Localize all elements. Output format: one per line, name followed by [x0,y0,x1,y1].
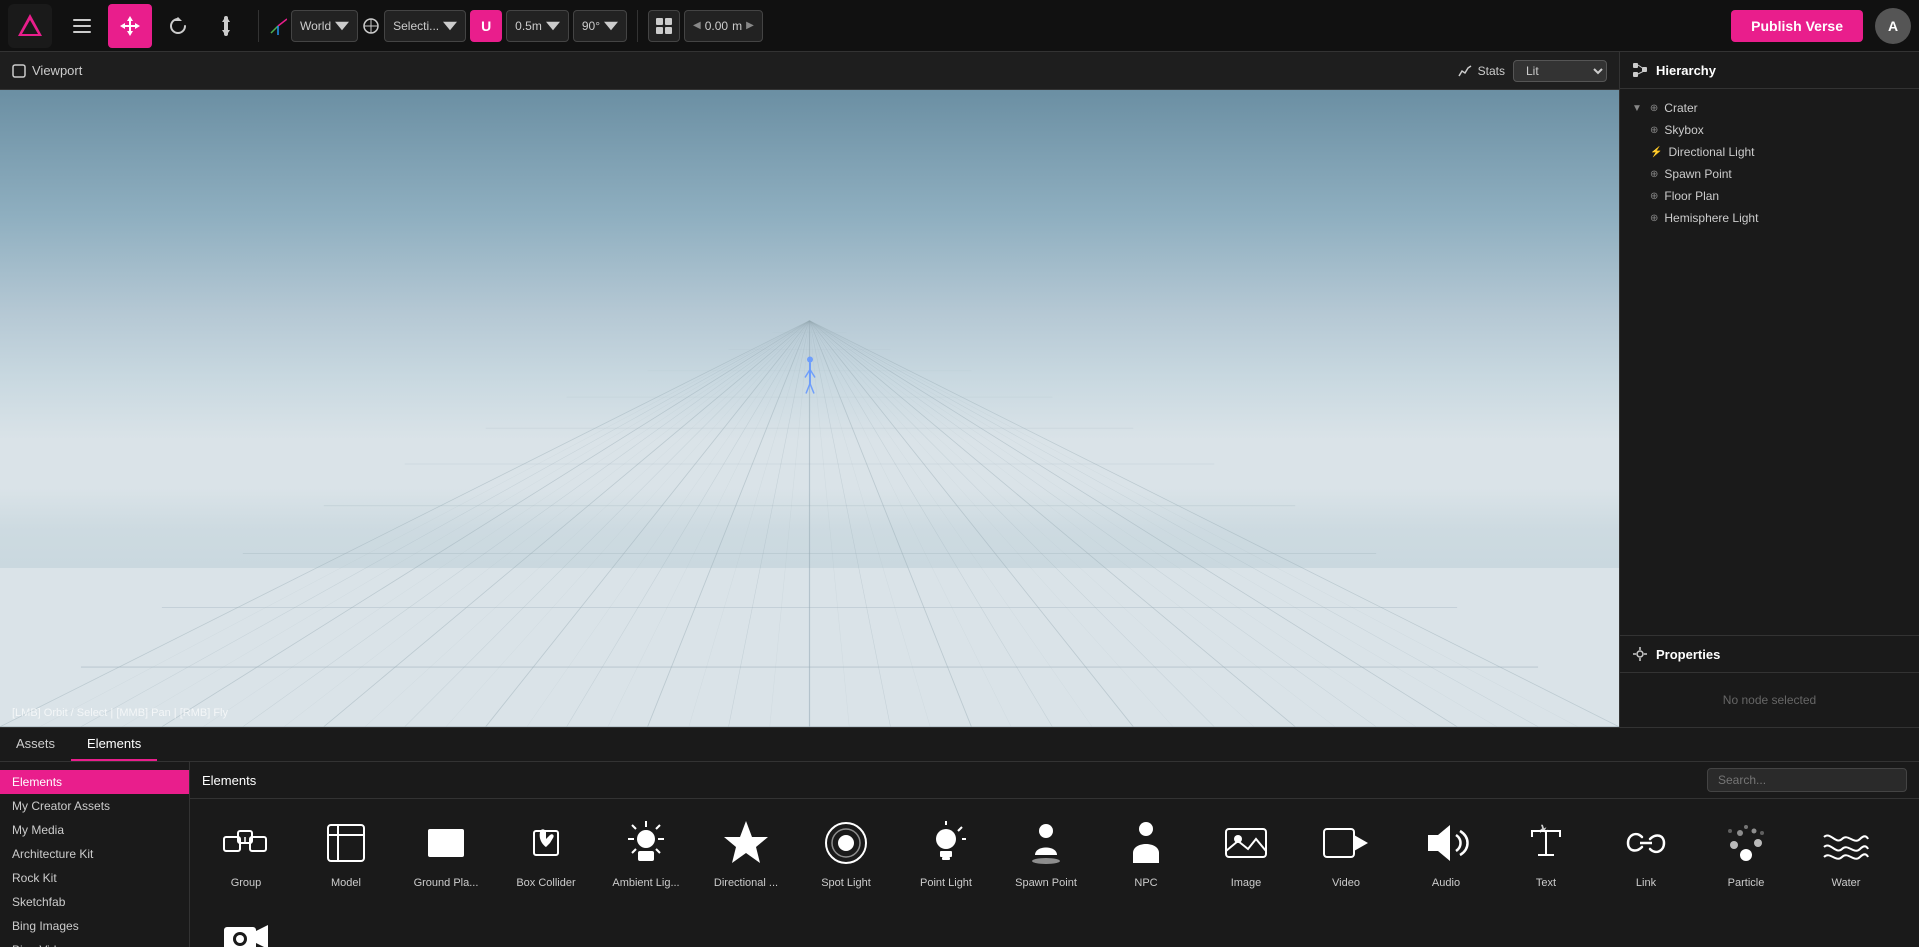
element-ground-plane[interactable]: Ground Pla... [398,807,494,897]
assets-sidebar: Elements My Creator Assets My Media Arch… [0,762,190,947]
element-point-light[interactable]: Point Light [898,807,994,897]
element-label: Spawn Point [1015,877,1077,889]
refresh-button[interactable] [156,4,200,48]
element-audio[interactable]: Audio [1398,807,1494,897]
sidebar-item-elements[interactable]: Elements [0,770,189,794]
viewport-canvas[interactable]: [LMB] Orbit / Select | [MMB] Pan | [RMB]… [0,90,1619,727]
viewport-header: Viewport Stats Lit Unlit Wireframe [0,52,1619,90]
sidebar-item-sketchfab[interactable]: Sketchfab [0,890,189,914]
assets-tab[interactable]: Assets [0,728,71,761]
sidebar-item-bing-videos[interactable]: Bing Videos [0,938,189,947]
hierarchy-header: Hierarchy [1620,52,1919,89]
element-npc[interactable]: NPC [1098,807,1194,897]
element-model[interactable]: Model [298,807,394,897]
grid-canvas [0,249,1619,727]
snap-distance-dropdown[interactable]: 0.5m [506,10,569,42]
scene-figure [804,355,816,398]
element-link[interactable]: Link [1598,807,1694,897]
element-label: Image [1231,877,1262,889]
world-dropdown[interactable]: World [291,10,358,42]
sidebar-item-rock-kit[interactable]: Rock Kit [0,866,189,890]
element-label: Water [1832,877,1861,889]
element-label: Audio [1432,877,1460,889]
elements-header-row: Elements [190,762,1919,799]
elements-title: Elements [202,773,1699,788]
bottom-panel: Assets Elements Elements My Creator Asse… [0,727,1919,947]
element-label: Ground Pla... [414,877,479,889]
right-panel: Hierarchy ▼ ⊕ Crater ⊕ Skybox [1619,52,1919,727]
angle-snap-dropdown[interactable]: 90° [573,10,627,42]
element-label: Video [1332,877,1360,889]
sidebar-item-my-media[interactable]: My Media [0,818,189,842]
sidebar-item-architecture-kit[interactable]: Architecture Kit [0,842,189,866]
assets-tabs: Assets Elements [0,728,1919,762]
assets-content: Elements My Creator Assets My Media Arch… [0,762,1919,947]
element-group[interactable]: Group [198,807,294,897]
viewport-title: Viewport [12,63,82,78]
element-label: Point Light [920,877,972,889]
properties-header: Properties [1620,635,1919,673]
element-label: Directional ... [714,877,778,889]
element-label: Group [231,877,262,889]
coord-arrow-right[interactable]: ▶ [746,20,754,31]
transform-button[interactable] [204,4,248,48]
element-box-collider[interactable]: Box Collider [498,807,594,897]
avatar-button[interactable]: A [1875,8,1911,44]
element-particle[interactable]: Particle [1698,807,1794,897]
elements-tab[interactable]: Elements [71,728,157,761]
hierarchy-list: ▼ ⊕ Crater ⊕ Skybox ⚡ Directional Light [1620,89,1919,635]
grid-button[interactable] [648,10,680,42]
sidebar-item-bing-images[interactable]: Bing Images [0,914,189,938]
app-logo[interactable] [8,4,52,48]
elements-grid: Group Model [190,799,1919,947]
hierarchy-item[interactable]: ⊕ Skybox [1620,119,1919,141]
element-ambient-light[interactable]: Ambient Lig... [598,807,694,897]
publish-button[interactable]: Publish Verse [1731,10,1863,42]
element-spawn-point[interactable]: Spawn Point [998,807,1094,897]
element-text[interactable]: Text [1498,807,1594,897]
element-camera[interactable]: Camera [198,901,294,947]
coordinate-input: ◀ 0.00 m ▶ [684,10,763,42]
element-image[interactable]: Image [1198,807,1294,897]
element-label: NPC [1134,877,1157,889]
move-tool-button[interactable] [108,4,152,48]
snap-icon: U [470,10,502,42]
topbar: World Selecti... U 0.5m 90° [0,0,1919,52]
separator-2 [637,10,638,42]
element-directional-light[interactable]: Directional ... [698,807,794,897]
element-label: Box Collider [516,877,575,889]
selection-dropdown[interactable]: Selecti... [384,10,466,42]
menu-button[interactable] [60,4,104,48]
no-node-message: No node selected [1620,673,1919,727]
element-spot-light[interactable]: Spot Light [798,807,894,897]
element-video[interactable]: Video [1298,807,1394,897]
element-label: Spot Light [821,877,871,889]
hierarchy-item[interactable]: ⊕ Hemisphere Light [1620,207,1919,229]
element-label: Text [1536,877,1556,889]
viewport-hint: [LMB] Orbit / Select | [MMB] Pan | [RMB]… [12,707,228,719]
element-label: Link [1636,877,1656,889]
element-water[interactable]: Water [1798,807,1894,897]
hierarchy-item[interactable]: ⚡ Directional Light [1620,141,1919,163]
element-label: Particle [1728,877,1765,889]
viewport-area: Viewport Stats Lit Unlit Wireframe [0,52,1619,727]
hierarchy-item[interactable]: ⊕ Spawn Point [1620,163,1919,185]
hierarchy-item[interactable]: ⊕ Floor Plan [1620,185,1919,207]
hierarchy-item[interactable]: ▼ ⊕ Crater [1620,97,1919,119]
coord-arrow-left[interactable]: ◀ [693,20,701,31]
separator-1 [258,10,259,42]
lit-dropdown[interactable]: Lit Unlit Wireframe [1513,60,1607,82]
main-area: Viewport Stats Lit Unlit Wireframe [0,52,1919,947]
element-label: Model [331,877,361,889]
viewport-stats: Stats [1458,64,1505,78]
element-label: Ambient Lig... [612,877,679,889]
sidebar-item-my-creator-assets[interactable]: My Creator Assets [0,794,189,818]
elements-area: Elements [190,762,1919,947]
search-input[interactable] [1707,768,1907,792]
